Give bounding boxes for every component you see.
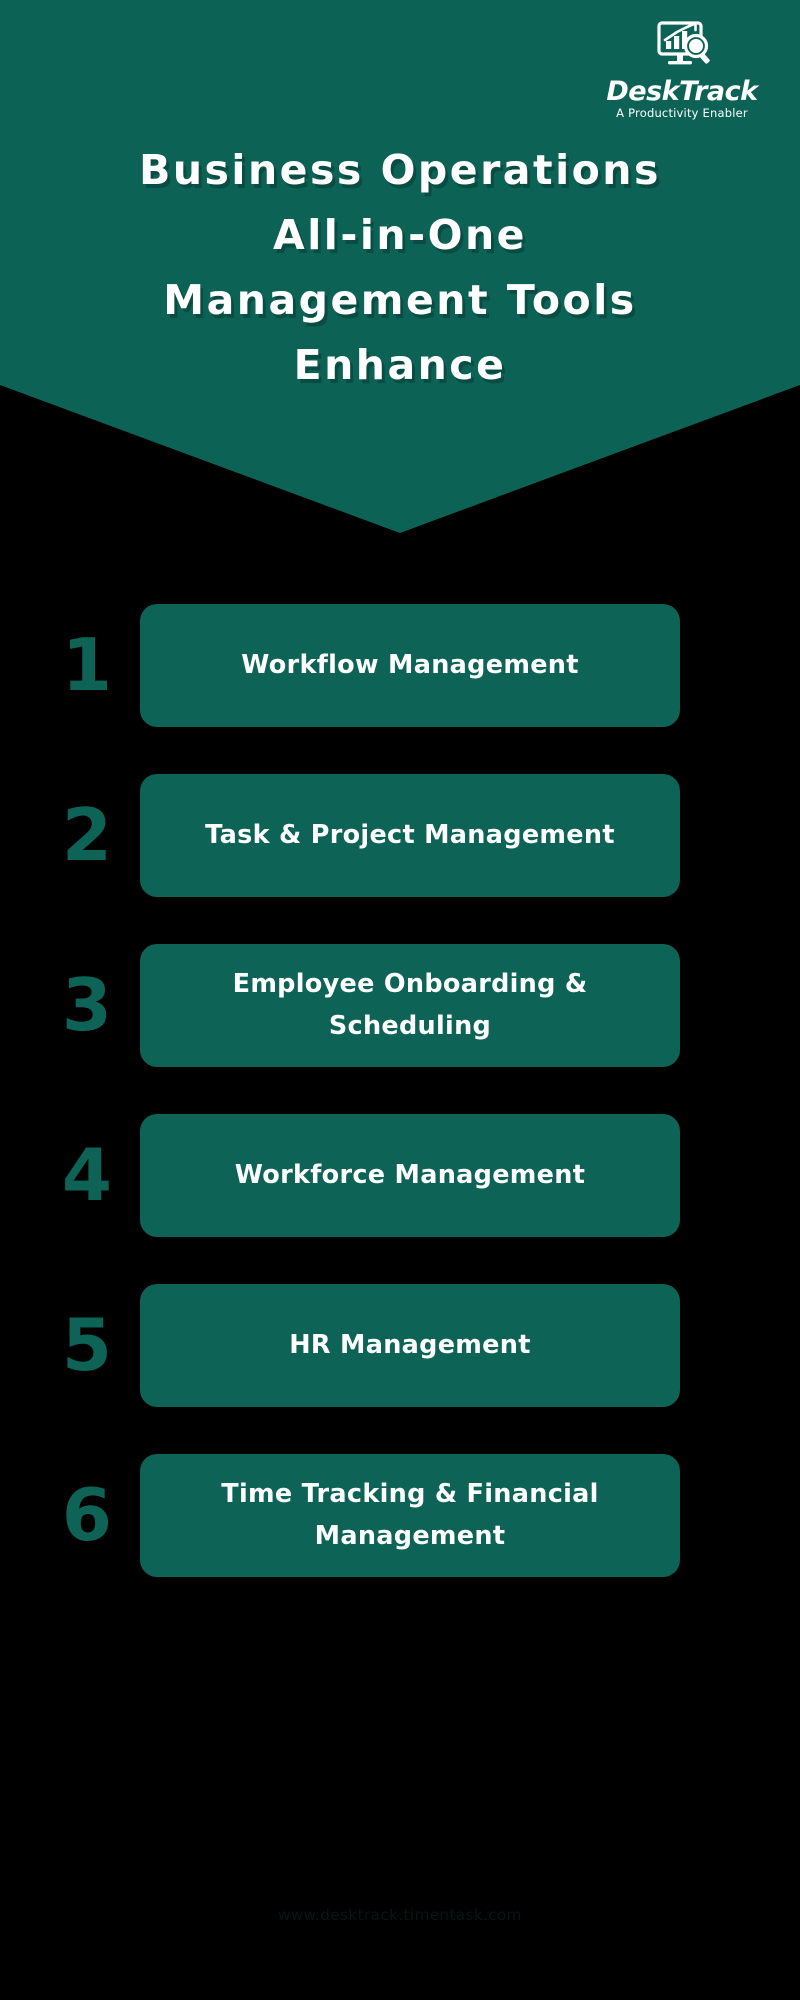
list-item-label: Employee Onboarding & Scheduling [232, 968, 588, 1041]
list-item-label: HR Management [289, 1329, 531, 1360]
list-item-card[interactable]: Employee Onboarding & Scheduling [140, 943, 680, 1067]
title-line-1: Business Operations [139, 146, 661, 194]
list-item-number: 5 [61, 1303, 112, 1387]
list-item[interactable]: 2 Task & Project Management [0, 750, 800, 920]
monitor-analytics-magnifier-icon [657, 21, 710, 65]
title-line-4: Enhance [293, 341, 507, 389]
list-item-label: Task & Project Management [205, 819, 615, 850]
logo-wordmark: DeskTrack [582, 78, 782, 105]
list-item[interactable]: 5 HR Management [0, 1260, 800, 1430]
list-item-number: 1 [61, 623, 112, 707]
page-title: Business Operations All-in-One Managemen… [0, 138, 800, 398]
list-item[interactable]: 1 Workflow Management [0, 580, 800, 750]
list-item-card[interactable]: Task & Project Management [140, 773, 680, 897]
footer: www.desktrack.timentask.com [0, 1905, 800, 1924]
list-item-card[interactable]: Workflow Management [140, 603, 680, 727]
title-line-3: Management Tools [163, 276, 637, 324]
list-item-number: 3 [61, 963, 112, 1047]
list-item[interactable]: 6 Time Tracking & Financial Management [0, 1430, 800, 1600]
list-item-number: 2 [61, 793, 112, 877]
list-item-card[interactable]: Time Tracking & Financial Management [140, 1453, 680, 1577]
list-item-card[interactable]: Workforce Management [140, 1113, 680, 1237]
footer-website-text[interactable]: www.desktrack.timentask.com [278, 1906, 522, 1924]
list-item-label: Time Tracking & Financial Management [221, 1478, 599, 1551]
list-item-label: Workflow Management [241, 649, 579, 680]
logo-tagline: A Productivity Enabler [616, 106, 748, 120]
list-item[interactable]: 3 Employee Onboarding & Scheduling [0, 920, 800, 1090]
numbered-feature-list: 1 Workflow Management 2 Task & Project M… [0, 580, 800, 1600]
title-line-2: All-in-One [273, 211, 527, 259]
list-item-number: 4 [61, 1133, 112, 1217]
desktrack-logo: DeskTrack A Productivity Enabler [582, 20, 782, 120]
list-item-number: 6 [61, 1473, 112, 1557]
logo-word-desk: Desk [606, 76, 680, 107]
list-item[interactable]: 4 Workforce Management [0, 1090, 800, 1260]
infographic-page: DeskTrack A Productivity Enabler Busines… [0, 0, 800, 2000]
list-item-card[interactable]: HR Management [140, 1283, 680, 1407]
logo-word-track: Track [679, 76, 758, 107]
list-item-label: Workforce Management [234, 1159, 586, 1190]
